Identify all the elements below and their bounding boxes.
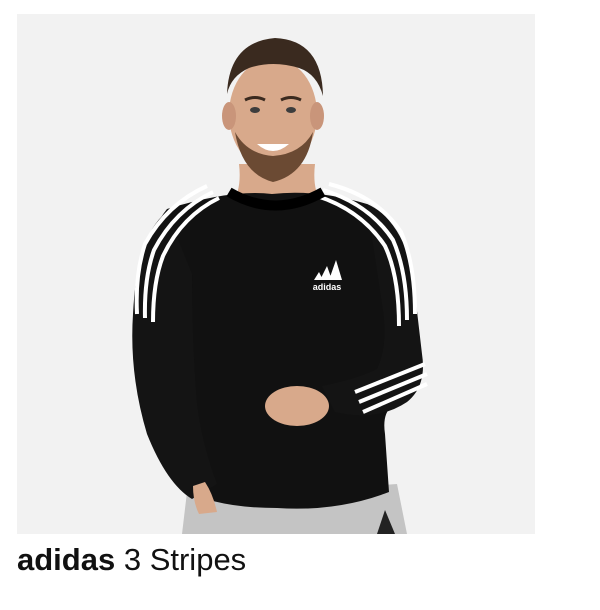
product-image[interactable]: adidas — [17, 14, 535, 534]
logo-wordmark: adidas — [313, 282, 342, 292]
product-title[interactable]: adidas 3 Stripes — [17, 540, 246, 580]
product-brand: adidas — [17, 542, 116, 577]
product-card[interactable]: adidas adidas 3 Stripes — [0, 0, 600, 610]
product-name: 3 Stripes — [123, 542, 247, 577]
product-photo-illustration: adidas — [17, 14, 535, 534]
